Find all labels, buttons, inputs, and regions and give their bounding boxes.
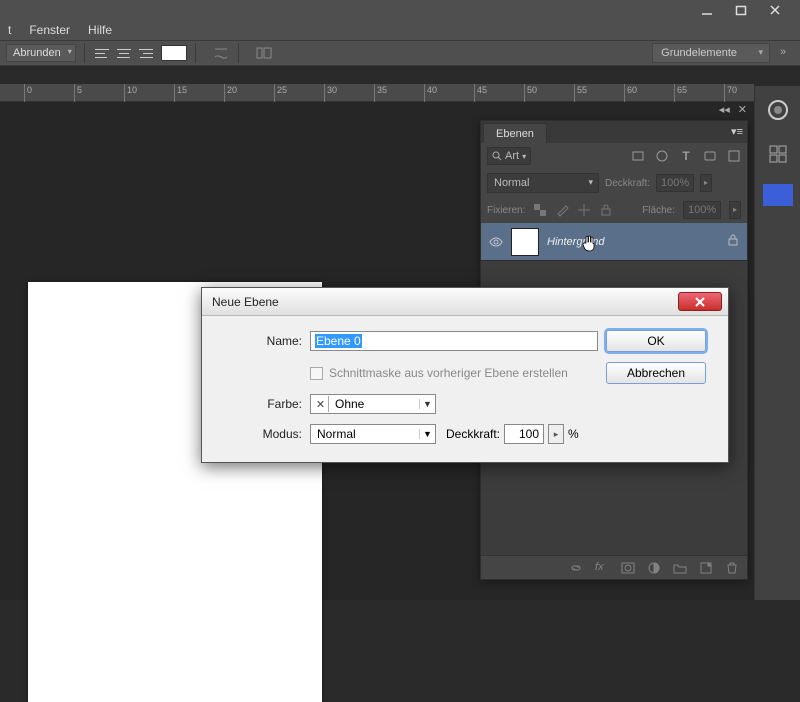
new-adjustment-icon[interactable]	[647, 561, 661, 575]
foreground-color-swatch[interactable]	[763, 184, 793, 206]
opacity-stepper[interactable]: ▸	[700, 174, 712, 192]
window-maximize-button[interactable]	[734, 3, 748, 17]
mode-field-label: Modus:	[216, 427, 302, 441]
add-mask-icon[interactable]	[621, 561, 635, 575]
new-layer-icon[interactable]	[699, 561, 713, 575]
right-panel-strip	[754, 86, 800, 600]
ruler-tick: 35	[374, 84, 387, 102]
ruler-tick: 20	[224, 84, 237, 102]
window-titlebar	[0, 0, 800, 20]
color-field-label: Farbe:	[216, 397, 302, 411]
ruler-tick: 0	[24, 84, 32, 102]
dialog-titlebar[interactable]: Neue Ebene	[202, 288, 728, 316]
window-minimize-button[interactable]	[700, 3, 714, 17]
blend-mode-dropdown[interactable]: Normal	[487, 173, 599, 193]
menu-bar: t Fenster Hilfe	[0, 20, 800, 40]
fill-stepper[interactable]: ▸	[729, 201, 741, 219]
opacity-label: Deckkraft:	[605, 178, 650, 189]
visibility-toggle-icon[interactable]	[489, 235, 503, 249]
lock-transparency-icon[interactable]	[533, 203, 547, 217]
no-color-icon: ✕	[313, 396, 329, 412]
ok-button[interactable]: OK	[606, 330, 706, 352]
color-dropdown[interactable]: ✕ Ohne ▼	[310, 394, 436, 414]
ruler-tick: 55	[574, 84, 587, 102]
ruler-tick: 25	[274, 84, 287, 102]
layer-thumbnail[interactable]	[511, 228, 539, 256]
rounding-dropdown[interactable]: Abrunden	[6, 44, 76, 62]
workspace-dropdown[interactable]: Grundelemente	[652, 43, 770, 63]
color-wheel-icon[interactable]	[755, 90, 800, 130]
dialog-opacity-input[interactable]	[504, 424, 544, 444]
layer-effects-icon[interactable]: fx	[595, 561, 609, 575]
horizontal-ruler: 0 5 10 15 20 25 30 35 40 45 50 55 60 65 70	[0, 84, 754, 102]
layer-row-background[interactable]: Hintergrund	[481, 223, 747, 261]
cancel-button[interactable]: Abbrechen	[606, 362, 706, 384]
lock-position-icon[interactable]	[577, 203, 591, 217]
panel-collapse-icon[interactable]: ◂◂	[719, 103, 730, 116]
ruler-tick: 5	[74, 84, 82, 102]
ruler-tick: 40	[424, 84, 437, 102]
ruler-tick: 50	[524, 84, 537, 102]
filter-shape-icon[interactable]	[703, 149, 717, 163]
align-center-button[interactable]	[115, 45, 133, 61]
dialog-opacity-label: Deckkraft:	[446, 427, 500, 441]
lock-all-icon[interactable]	[599, 203, 613, 217]
ruler-tick: 15	[174, 84, 187, 102]
align-right-button[interactable]	[137, 45, 155, 61]
swatches-icon[interactable]	[755, 134, 800, 174]
clipping-mask-checkbox	[310, 367, 323, 380]
layers-tab[interactable]: Ebenen	[483, 123, 547, 143]
menu-item-truncated[interactable]: t	[8, 23, 11, 37]
filter-pixel-icon[interactable]	[631, 149, 645, 163]
opacity-flyout-icon[interactable]: ▸	[548, 424, 564, 444]
panel-close-icon[interactable]: ✕	[738, 103, 747, 116]
clipping-mask-label: Schnittmaske aus vorheriger Ebene erstel…	[329, 366, 568, 380]
menu-item-hilfe[interactable]: Hilfe	[88, 23, 112, 37]
link-layers-icon[interactable]	[569, 561, 583, 575]
new-group-icon[interactable]	[673, 561, 687, 575]
new-layer-dialog: Neue Ebene Name: Ebene 0 OK Schnittmaske…	[201, 287, 729, 463]
layer-name-label[interactable]: Hintergrund	[547, 236, 604, 248]
divider	[238, 43, 239, 63]
align-left-button[interactable]	[93, 45, 111, 61]
divider	[84, 43, 85, 63]
ruler-tick: 70	[724, 84, 737, 102]
name-field-label: Name:	[216, 334, 302, 348]
menu-item-fenster[interactable]: Fenster	[29, 23, 70, 37]
warp-text-icon[interactable]	[212, 44, 230, 62]
ruler-tick: 30	[324, 84, 337, 102]
filter-smart-icon[interactable]	[727, 149, 741, 163]
fill-label: Fläche:	[642, 205, 675, 216]
fill-value[interactable]: 100%	[683, 201, 721, 219]
color-swatch[interactable]	[161, 45, 187, 61]
filter-adjust-icon[interactable]	[655, 149, 669, 163]
mode-dropdown[interactable]: Normal ▼	[310, 424, 436, 444]
panel-toggle-icon[interactable]	[255, 44, 273, 62]
lock-label: Fixieren:	[487, 205, 525, 216]
opacity-value[interactable]: 100%	[656, 174, 694, 192]
ruler-tick: 60	[624, 84, 637, 102]
dialog-close-button[interactable]	[678, 292, 722, 311]
window-close-button[interactable]	[768, 3, 782, 17]
ruler-tick: 45	[474, 84, 487, 102]
name-input[interactable]: Ebene 0	[310, 331, 598, 351]
cursor-hand-icon	[581, 234, 597, 252]
options-bar: Abrunden Grundelemente »	[0, 40, 800, 66]
text-align-group	[93, 45, 155, 61]
lock-pixels-icon[interactable]	[555, 203, 569, 217]
dialog-title: Neue Ebene	[212, 295, 279, 309]
layer-filter-kind[interactable]: Art ▾	[487, 147, 531, 165]
layer-lock-icon[interactable]	[727, 234, 739, 249]
divider	[195, 43, 196, 63]
ruler-tick: 65	[674, 84, 687, 102]
filter-type-icon[interactable]: T	[679, 149, 693, 163]
percent-label: %	[568, 427, 579, 441]
delete-layer-icon[interactable]	[725, 561, 739, 575]
panel-menu-icon[interactable]: ▾≡	[731, 125, 743, 138]
ruler-tick: 10	[124, 84, 137, 102]
layers-footer: fx	[481, 555, 747, 579]
collapse-panels-icon[interactable]: »	[780, 46, 794, 60]
